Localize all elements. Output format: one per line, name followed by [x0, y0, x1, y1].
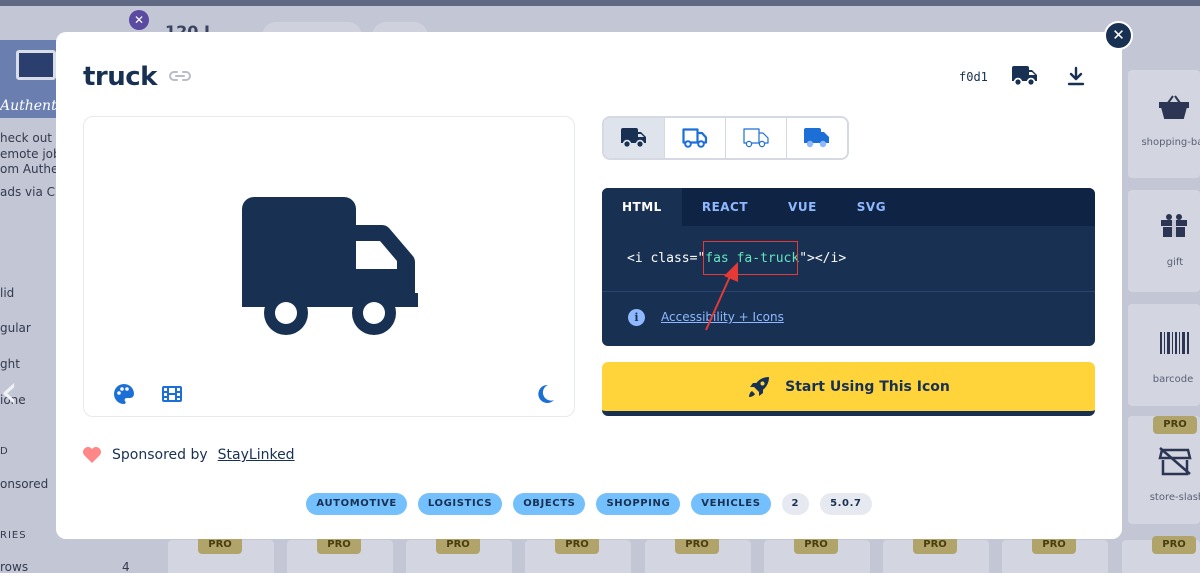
link-icon[interactable] — [168, 68, 192, 84]
icon-title: truck — [83, 62, 157, 92]
icon-preview — [83, 116, 575, 417]
truck-regular-icon — [682, 128, 708, 148]
moon-icon[interactable] — [534, 383, 556, 405]
icon-tags: AUTOMOTIVE LOGISTICS OBJECTS SHOPPING VE… — [56, 493, 1122, 515]
truck-light-icon — [743, 128, 769, 148]
style-solid-button[interactable] — [604, 118, 665, 158]
ad-close-icon[interactable]: ✕ — [129, 10, 149, 30]
code-snippet-panel: HTML REACT VUE SVG <i class="fas fa-truc… — [602, 188, 1095, 346]
tag-shopping[interactable]: SHOPPING — [596, 493, 681, 515]
section-label: D — [0, 446, 9, 457]
truck-duotone-icon — [804, 128, 829, 148]
ad-text: emote job — [0, 147, 61, 161]
background-topbar — [0, 0, 1200, 6]
icon-label: barcode — [1152, 374, 1194, 385]
truck-solid-icon — [621, 128, 646, 148]
start-using-icon-button[interactable]: Start Using This Icon — [602, 362, 1095, 416]
store-slash-icon — [1158, 447, 1192, 476]
ad-image[interactable]: Authenti — [0, 40, 62, 118]
truck-glyph-icon[interactable] — [1012, 66, 1038, 86]
prev-arrow-icon[interactable]: ‹ — [0, 364, 18, 418]
pro-badge: PRO — [1152, 536, 1196, 554]
monitor-icon — [16, 50, 56, 80]
icon-label: store-slash — [1149, 492, 1200, 503]
barcode-icon — [1160, 332, 1189, 354]
tab-html[interactable]: HTML — [602, 188, 682, 226]
gift-icon — [1161, 214, 1187, 237]
download-icon[interactable] — [1067, 66, 1085, 86]
sponsor-line: Sponsored by StayLinked — [82, 446, 295, 464]
tag-logistics[interactable]: LOGISTICS — [417, 493, 503, 515]
tag-objects[interactable]: OBJECTS — [513, 493, 586, 515]
tab-react[interactable]: REACT — [682, 188, 768, 226]
film-icon[interactable] — [161, 383, 183, 405]
ads-via[interactable]: ads via C — [0, 185, 55, 199]
sponsor-link[interactable]: StayLinked — [218, 447, 295, 463]
style-light-button[interactable] — [726, 118, 787, 158]
icon-card[interactable] — [1128, 70, 1200, 178]
modal-close-button[interactable]: ✕ — [1104, 21, 1133, 50]
icon-label: shopping-bas — [1141, 137, 1200, 148]
release-badge[interactable]: 5.0.7 — [820, 493, 872, 515]
version-badge[interactable]: 2 — [781, 493, 810, 515]
icon-label: gift — [1166, 257, 1184, 268]
sponsor-prefix: Sponsored by — [112, 447, 208, 463]
unicode-value[interactable]: f0d1 — [959, 70, 988, 84]
category-arrows[interactable]: rows — [0, 560, 28, 573]
code-suffix: "></i> — [799, 251, 847, 266]
style-regular-button[interactable] — [665, 118, 726, 158]
tab-svg[interactable]: SVG — [837, 188, 906, 226]
heart-icon — [83, 447, 101, 463]
ad-brand: Authenti — [0, 98, 62, 114]
info-icon: i — [628, 309, 645, 326]
code-tabs: HTML REACT VUE SVG — [602, 188, 1095, 226]
start-button-label: Start Using This Icon — [785, 378, 950, 395]
annotation-highlight-box — [703, 241, 798, 275]
code-prefix: <i class=" — [627, 251, 706, 266]
style-duotone-button[interactable] — [787, 118, 847, 158]
filter-solid[interactable]: lid — [0, 286, 14, 300]
divider — [602, 291, 1095, 292]
tag-automotive[interactable]: AUTOMOTIVE — [306, 493, 407, 515]
palette-icon[interactable] — [113, 383, 135, 405]
filter-sponsored[interactable]: onsored — [0, 477, 48, 491]
icon-detail-modal: truck f0d1 HTML REACT VUE SVG <i class="… — [56, 32, 1122, 539]
tag-vehicles[interactable]: VEHICLES — [691, 493, 771, 515]
pro-badge: PRO — [1153, 416, 1197, 434]
icon-card[interactable] — [1128, 190, 1200, 292]
category-count: 4 — [122, 560, 130, 573]
rocket-icon — [749, 376, 770, 397]
tab-vue[interactable]: VUE — [768, 188, 837, 226]
section-label: RIES — [0, 530, 27, 541]
filter-regular[interactable]: gular — [0, 321, 31, 335]
shopping-basket-icon — [1159, 95, 1189, 119]
truck-preview-icon — [242, 197, 418, 335]
icon-card[interactable] — [1128, 304, 1200, 406]
accessibility-link[interactable]: Accessibility + Icons — [661, 310, 784, 324]
style-switcher — [602, 116, 849, 160]
